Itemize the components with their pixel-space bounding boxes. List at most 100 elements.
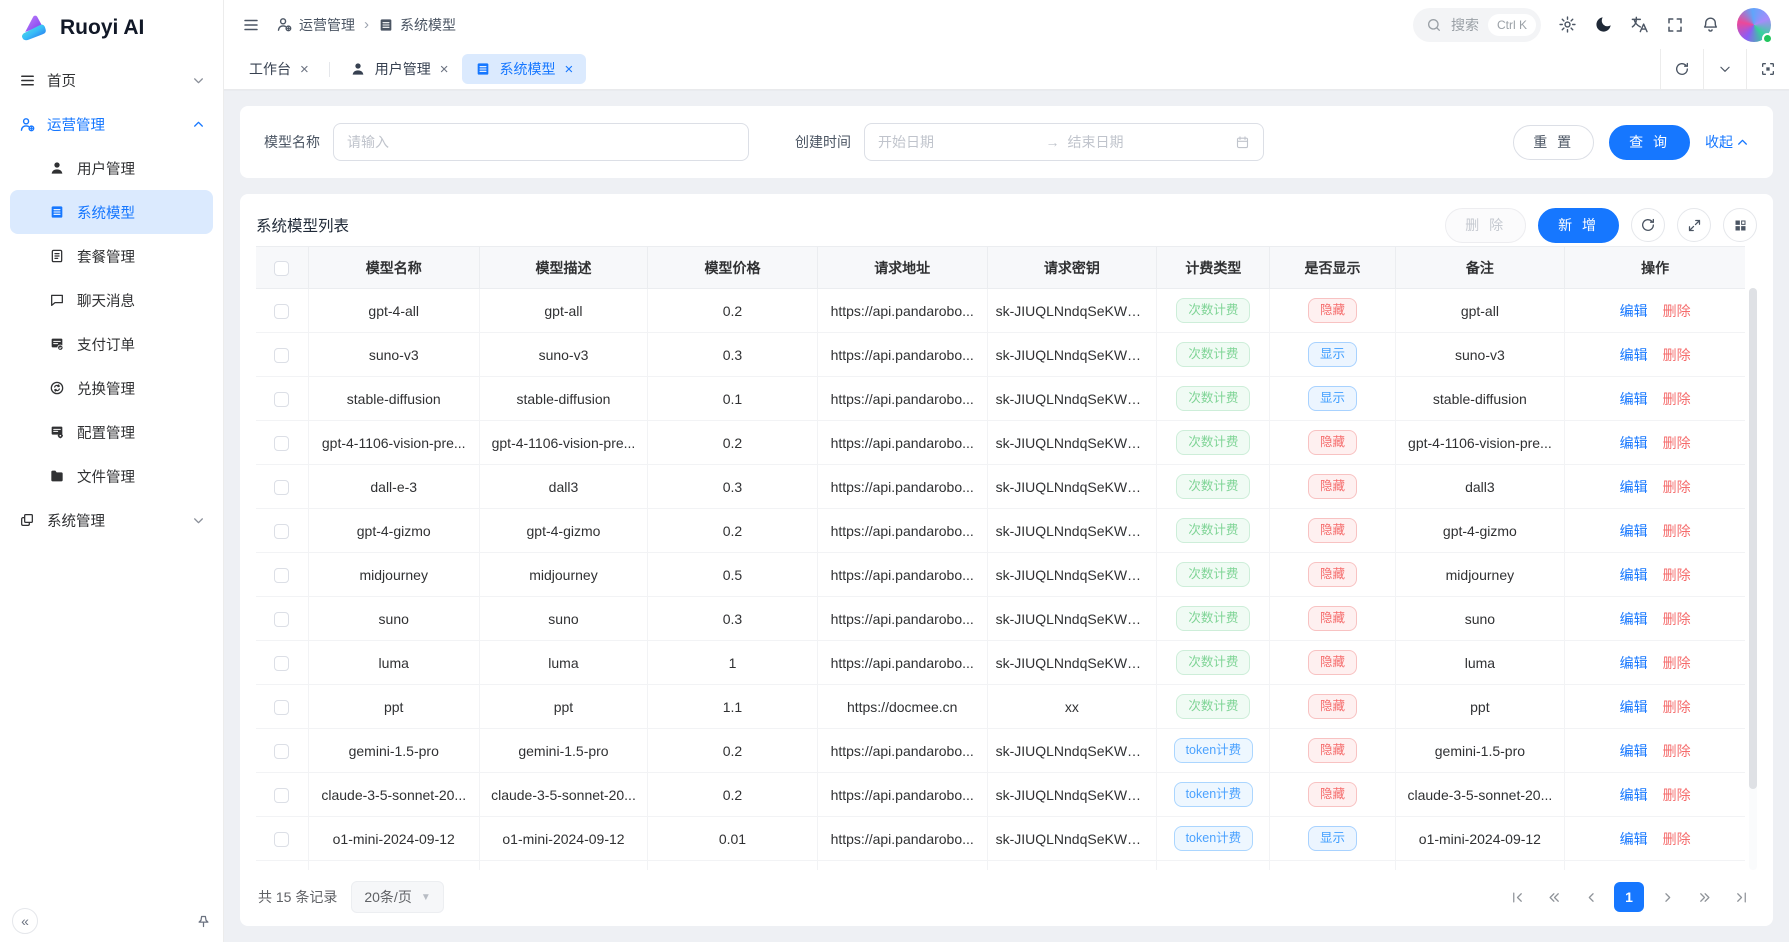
row-checkbox[interactable] — [274, 304, 289, 319]
fullscreen-icon[interactable] — [1666, 16, 1684, 34]
cell-desc: stable-diffusion — [479, 377, 647, 421]
sidebar-item-exchange-management[interactable]: 兑换管理 — [0, 366, 223, 410]
hamburger-menu-icon[interactable] — [242, 16, 260, 34]
edit-link[interactable]: 编辑 — [1620, 391, 1648, 407]
sidebar-item-payment-orders[interactable]: 支付订单 — [0, 322, 223, 366]
tab-用户管理[interactable]: 用户管理 × — [337, 54, 462, 84]
refresh-table-button[interactable] — [1631, 208, 1665, 242]
table-scrollbar-thumb[interactable] — [1749, 288, 1757, 789]
user-gear-icon — [276, 16, 293, 33]
col-header-name: 模型名称 — [308, 247, 479, 289]
edit-link[interactable]: 编辑 — [1620, 831, 1648, 847]
next-page-button[interactable] — [1653, 883, 1681, 911]
prev-page-button[interactable] — [1577, 883, 1605, 911]
last-page-button[interactable] — [1727, 883, 1755, 911]
delete-link[interactable]: 删除 — [1663, 435, 1691, 451]
delete-button[interactable]: 删 除 — [1445, 208, 1526, 243]
row-checkbox[interactable] — [274, 348, 289, 363]
pin-icon[interactable] — [196, 914, 211, 929]
tab-系统模型[interactable]: 系统模型 × — [462, 54, 587, 84]
delete-link[interactable]: 删除 — [1663, 391, 1691, 407]
first-page-button[interactable] — [1503, 883, 1531, 911]
cell-desc: luma — [479, 641, 647, 685]
delete-link[interactable]: 删除 — [1663, 655, 1691, 671]
delete-link[interactable]: 删除 — [1663, 831, 1691, 847]
edit-link[interactable]: 编辑 — [1620, 655, 1648, 671]
delete-link[interactable]: 删除 — [1663, 787, 1691, 803]
edit-link[interactable]: 编辑 — [1620, 567, 1648, 583]
row-checkbox[interactable] — [274, 832, 289, 847]
sidebar-collapse-button[interactable]: « — [12, 908, 38, 934]
delete-link[interactable]: 删除 — [1663, 699, 1691, 715]
delete-link[interactable]: 删除 — [1663, 303, 1691, 319]
page-size-select[interactable]: 20条/页 ▼ — [351, 881, 443, 913]
row-checkbox[interactable] — [274, 744, 289, 759]
next-5-pages-button[interactable] — [1690, 883, 1718, 911]
reset-button[interactable]: 重 置 — [1513, 125, 1594, 160]
close-tab-icon[interactable]: × — [440, 62, 449, 77]
row-checkbox[interactable] — [274, 612, 289, 627]
add-button[interactable]: 新 增 — [1538, 208, 1619, 243]
edit-link[interactable]: 编辑 — [1620, 435, 1648, 451]
edit-link[interactable]: 编辑 — [1620, 611, 1648, 627]
edit-link[interactable]: 编辑 — [1620, 479, 1648, 495]
cell-price: 0.2 — [648, 773, 818, 817]
cell-name: dall-e-3 — [308, 465, 479, 509]
content-fullscreen-icon[interactable] — [1746, 49, 1789, 89]
edit-link[interactable]: 编辑 — [1620, 523, 1648, 539]
sidebar-item-system-model[interactable]: 系统模型 — [10, 190, 213, 234]
edit-link[interactable]: 编辑 — [1620, 347, 1648, 363]
translate-icon[interactable] — [1630, 15, 1649, 34]
sidebar-item-system-management[interactable]: 系统管理 — [0, 498, 223, 542]
delete-link[interactable]: 删除 — [1663, 347, 1691, 363]
column-settings-button[interactable] — [1723, 208, 1757, 242]
delete-link[interactable]: 删除 — [1663, 743, 1691, 759]
sidebar-item-file-management[interactable]: 文件管理 — [0, 454, 223, 498]
row-checkbox[interactable] — [274, 436, 289, 451]
edit-link[interactable]: 编辑 — [1620, 787, 1648, 803]
row-checkbox[interactable] — [274, 568, 289, 583]
settings-gear-icon[interactable] — [1558, 15, 1577, 34]
sidebar-item-home[interactable]: 首页 — [0, 58, 223, 102]
breadcrumb-item[interactable]: 运营管理 — [276, 15, 355, 35]
sidebar-item-operations[interactable]: 运营管理 — [0, 102, 223, 146]
collapse-filters-link[interactable]: 收起 — [1705, 132, 1749, 152]
tab-工作台[interactable]: 工作台 × — [236, 54, 322, 84]
delete-link[interactable]: 删除 — [1663, 523, 1691, 539]
current-page-button[interactable]: 1 — [1614, 882, 1644, 912]
delete-link[interactable]: 删除 — [1663, 479, 1691, 495]
date-range-picker[interactable]: 开始日期 → 结束日期 — [864, 123, 1264, 161]
row-checkbox[interactable] — [274, 700, 289, 715]
refresh-tab-icon[interactable] — [1660, 49, 1703, 89]
expand-table-button[interactable] — [1677, 208, 1711, 242]
row-checkbox[interactable] — [274, 392, 289, 407]
visibility-badge: 隐藏 — [1308, 782, 1357, 808]
logo[interactable]: Ruoyi AI — [0, 0, 223, 56]
row-checkbox[interactable] — [274, 788, 289, 803]
breadcrumb-item[interactable]: 系统模型 — [378, 15, 456, 35]
edit-link[interactable]: 编辑 — [1620, 743, 1648, 759]
row-checkbox[interactable] — [274, 656, 289, 671]
edit-link[interactable]: 编辑 — [1620, 699, 1648, 715]
dark-mode-moon-icon[interactable] — [1594, 15, 1613, 34]
sidebar-item-chat-messages[interactable]: 聊天消息 — [0, 278, 223, 322]
notifications-bell-icon[interactable] — [1701, 15, 1720, 34]
search-button[interactable]: 查 询 — [1609, 125, 1690, 160]
close-tab-icon[interactable]: × — [300, 62, 309, 77]
user-avatar[interactable] — [1737, 8, 1771, 42]
edit-link[interactable]: 编辑 — [1620, 303, 1648, 319]
row-checkbox[interactable] — [274, 480, 289, 495]
delete-link[interactable]: 删除 — [1663, 611, 1691, 627]
model-name-input[interactable] — [333, 123, 749, 161]
tab-options-chevron-icon[interactable] — [1703, 49, 1746, 89]
delete-link[interactable]: 删除 — [1663, 567, 1691, 583]
sidebar-item-config-management[interactable]: 配置管理 — [0, 410, 223, 454]
sidebar-item-user-management[interactable]: 用户管理 — [0, 146, 223, 190]
select-all-checkbox[interactable] — [274, 261, 289, 276]
cell-url: https://api.pandarobo... — [817, 465, 987, 509]
close-tab-icon[interactable]: × — [565, 62, 574, 77]
row-checkbox[interactable] — [274, 524, 289, 539]
prev-5-pages-button[interactable] — [1540, 883, 1568, 911]
sidebar-item-package-management[interactable]: 套餐管理 — [0, 234, 223, 278]
global-search[interactable]: 搜索 Ctrl K — [1413, 8, 1541, 42]
